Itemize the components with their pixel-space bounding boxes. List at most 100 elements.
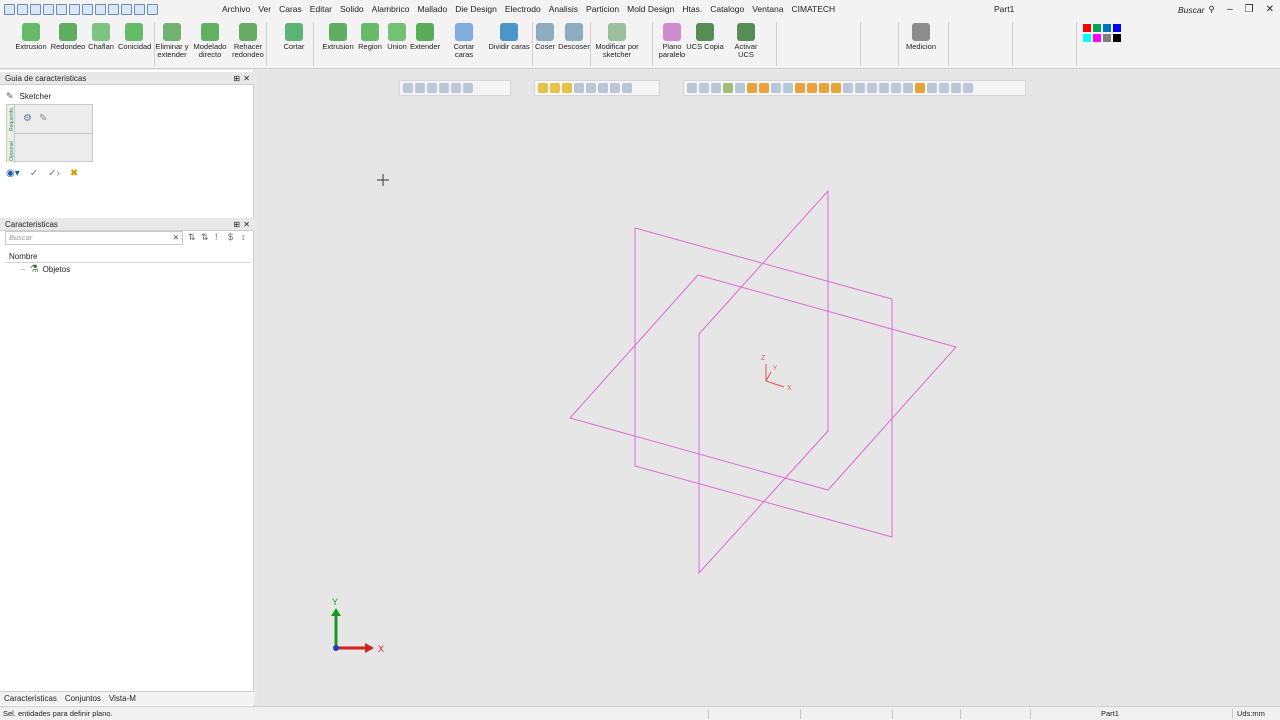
ribbon-button-activar-ucs[interactable]: Activar UCS [726,23,766,59]
ribbon-button-cortar[interactable]: Cortar [283,23,305,51]
plane-xy[interactable] [569,274,957,491]
ribbon-button-plano-paralelo[interactable]: Plano paralelo [656,23,688,59]
menu-item-htas-[interactable]: Htas. [678,0,706,19]
minimize-icon[interactable]: – [1227,0,1233,19]
close-icon[interactable]: ✕ [243,218,250,231]
ribbon-button-coser[interactable]: Coser [535,23,555,51]
color-swatch[interactable] [1093,24,1101,32]
ribbon-button-region[interactable]: Region [357,23,383,51]
pin-icon[interactable]: ⊞ [233,218,240,231]
close-icon[interactable]: ✕ [1266,0,1274,19]
sketch-edit-icon[interactable]: ✎ [39,113,47,124]
pin-icon[interactable]: ⊞ [233,72,240,85]
menu-item-ventana[interactable]: Ventana [748,0,787,19]
menu-item-editar[interactable]: Editar [306,0,336,19]
menu-item-mallado[interactable]: Mallado [413,0,451,19]
menu-item-die-design[interactable]: Die Design [451,0,501,19]
plane-xz[interactable] [634,227,893,538]
document-title: Part1 [994,4,1015,14]
dollar-icon[interactable]: $ [228,232,233,242]
ribbon-button-redondeo[interactable]: Redondeo [50,23,86,51]
menu-item-ver[interactable]: Ver [254,0,275,19]
tree-item-objetos[interactable]: ─ ⚗ Objetos [20,264,70,275]
ribbon-button-chaflan[interactable]: Chaflan [88,23,114,51]
tab-vista-m[interactable]: Vista-M [105,692,140,705]
color-swatch[interactable] [1083,24,1091,32]
color-swatch[interactable] [1103,24,1111,32]
ribbon-separator [154,22,155,66]
ribbon-button-extender[interactable]: Extender [410,23,440,51]
ribbon-button-dividir-caras[interactable]: Dividir caras [488,23,530,51]
status-bar: Sel. entidades para definir plano. Part1… [0,706,1280,720]
restore-icon[interactable]: ❐ [1245,0,1254,19]
rehacer-redondeo-icon [239,23,257,41]
color-swatch[interactable] [1093,34,1101,42]
features-search-input[interactable]: Buscar ✕ [5,231,183,245]
ribbon-button-union[interactable]: Union [386,23,408,51]
global-search[interactable]: Buscar ⚲ [1178,2,1222,17]
sketch-plane-icon[interactable]: ⚙ [23,113,32,124]
color-swatch[interactable] [1083,34,1091,42]
plane-yz[interactable] [698,189,829,575]
refresh-icon[interactable] [134,4,145,15]
menu-item-cimatech[interactable]: CIMATECH [787,0,839,19]
view-icon[interactable]: ◉▾ [6,168,20,179]
undo-icon[interactable] [108,4,119,15]
sketcher-item[interactable]: ✎ Sketcher [6,91,51,102]
ribbon-button-modificar-por-sketcher[interactable]: Modificar por sketcher [593,23,641,59]
ribbon-button-extrusion[interactable]: Extrusion [322,23,354,51]
accept-icon[interactable]: ✓ [30,168,38,179]
menu-item-archivo[interactable]: Archivo [218,0,254,19]
sort-icon[interactable]: ⇅ [201,232,209,243]
status-units[interactable]: Uds:mm [1237,707,1265,720]
layers-icon[interactable] [82,4,93,15]
new-file-icon[interactable] [4,4,15,15]
menu-item-electrodo[interactable]: Electrodo [501,0,545,19]
color-swatch[interactable] [1113,24,1121,32]
ribbon-button-label: UCS Copia [686,42,724,51]
ucs-label-z: Z [761,355,766,362]
ribbon-button-cortar-caras[interactable]: Cortar caras [444,23,484,59]
arrows-icon[interactable]: ↕ [241,232,246,242]
menu-item-analisis[interactable]: Analisis [545,0,582,19]
open-folder-icon[interactable] [30,4,41,15]
ribbon-button-descoser[interactable]: Descoser [558,23,590,51]
tab-caracteristicas[interactable]: Caracteristicas [0,692,61,705]
print-icon[interactable] [69,4,80,15]
left-panel: Guia de caracteristicas ⊞ ✕ ✎ Sketcher R… [0,70,254,706]
menu-item-caras[interactable]: Caras [275,0,306,19]
alert-icon[interactable]: ! [215,232,218,242]
ribbon-button-modelado-directo[interactable]: Modelado directo [192,23,228,59]
sketcher-box-divider [15,133,93,134]
paint-icon[interactable] [56,4,67,15]
ribbon-button-conicidad[interactable]: Conicidad [118,23,151,51]
menu-item-alambrico[interactable]: Alambrico [368,0,414,19]
list-icon[interactable] [147,4,158,15]
accept-next-icon[interactable]: ✓› [48,168,60,179]
menu-item-mold-design[interactable]: Mold Design [623,0,678,19]
ribbon-button-extrusion[interactable]: Extrusion [15,23,47,51]
graphics-viewport[interactable]: X Z Y Y X [257,70,1280,706]
menu-item-catalogo[interactable]: Catalogo [706,0,748,19]
tab-conjuntos[interactable]: Conjuntos [61,692,105,705]
redo-icon[interactable] [121,4,132,15]
clear-search-icon[interactable]: ✕ [173,232,179,244]
ribbon-button-rehacer-redondeo[interactable]: Rehacer redondeo [232,23,264,59]
search-icon[interactable]: ⚲ [1208,4,1214,15]
filter-icon[interactable]: ⇅ [188,232,196,243]
menu-item-particion[interactable]: Particion [582,0,623,19]
optional-tab[interactable]: Opcional [7,133,15,163]
render-icon[interactable] [43,4,54,15]
color-swatch[interactable] [1113,34,1121,42]
ribbon-button-eliminar-y-extender[interactable]: Eliminar y extender [155,23,189,59]
close-icon[interactable]: ✕ [243,72,250,85]
cancel-icon[interactable]: ✖ [70,168,78,179]
ribbon-button-label: Eliminar y extender [155,42,189,59]
save-icon[interactable] [17,4,28,15]
ribbon-button-medicion[interactable]: Medicion [905,23,937,51]
copy-icon[interactable] [95,4,106,15]
menu-item-solido[interactable]: Solido [336,0,368,19]
required-tab[interactable]: Requerido [7,105,15,133]
ribbon-button-ucs-copia[interactable]: UCS Copia [686,23,724,51]
color-swatch[interactable] [1103,34,1111,42]
